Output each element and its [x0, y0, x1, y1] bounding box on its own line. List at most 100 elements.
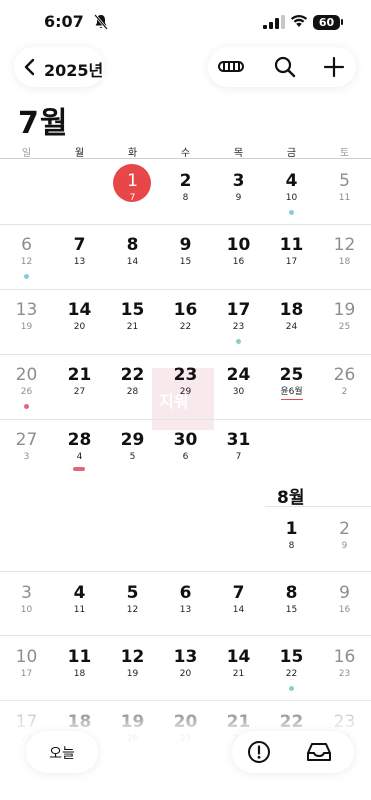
day-cell[interactable]: 16 22 — [159, 301, 212, 333]
day-number: 14 — [67, 300, 92, 320]
day-cell[interactable]: 14 20 — [53, 301, 106, 333]
day-number: 12 — [120, 647, 145, 667]
day-cell[interactable]: 13 20 — [159, 648, 212, 680]
bottom-toolbar — [232, 731, 354, 773]
day-cell[interactable]: 4 11 — [53, 584, 106, 616]
day-cell[interactable]: 29 — [318, 520, 371, 552]
day-number: 19 — [333, 300, 356, 320]
lunar-date: 16 — [338, 605, 351, 615]
day-number: 4 — [285, 171, 298, 191]
day-cell[interactable]: 39 — [212, 172, 265, 204]
lunar-date: 22 — [285, 669, 298, 679]
lunar-date: 11 — [73, 605, 86, 615]
lunar-date: 14 — [126, 257, 139, 267]
lunar-date: 8 — [288, 541, 295, 551]
day-number: 15 — [120, 300, 145, 320]
day-cell[interactable]: 28 — [159, 172, 212, 204]
day-cell[interactable]: 7 14 — [212, 584, 265, 616]
day-number: 23 — [173, 365, 198, 385]
day-cell[interactable]: 7 13 — [53, 236, 106, 268]
day-cell[interactable]: 10 17 — [0, 648, 53, 680]
day-cell[interactable]: 25 윤6월 — [265, 366, 318, 400]
weekday-sun: 일 — [21, 148, 32, 159]
day-number: 27 — [15, 430, 38, 450]
day-cell[interactable]: 9 16 — [318, 584, 371, 616]
lunar-date: 26 — [20, 387, 33, 397]
day-cell[interactable]: 5 11 — [318, 172, 371, 204]
weekday-tue: 화 — [127, 148, 138, 159]
lunar-date: 7 — [235, 452, 242, 462]
day-number: 22 — [120, 365, 145, 385]
event-dot — [24, 274, 29, 279]
day-cell[interactable]: 17 23 — [212, 301, 265, 333]
lunar-date: 21 — [232, 669, 245, 679]
lunar-date: 24 — [285, 322, 298, 332]
day-cell[interactable]: 17 — [106, 164, 159, 204]
day-cell[interactable]: 23 29 — [159, 366, 212, 398]
day-cell[interactable]: 11 17 — [265, 236, 318, 268]
weekday-mon: 월 — [74, 148, 85, 159]
view-toggle-icon[interactable] — [218, 61, 244, 72]
day-cell[interactable]: 29 5 — [106, 431, 159, 463]
day-number: 2 — [339, 519, 350, 539]
inbox-icon[interactable] — [306, 741, 332, 763]
wifi-icon — [290, 15, 308, 27]
day-number: 6 — [21, 235, 32, 255]
day-cell[interactable]: 6 13 — [159, 584, 212, 616]
day-cell[interactable]: 9 15 — [159, 236, 212, 268]
day-cell[interactable]: 15 21 — [106, 301, 159, 333]
day-cell[interactable]: 16 23 — [318, 648, 371, 680]
day-number: 11 — [279, 235, 304, 255]
day-cell[interactable]: 6 12 — [0, 236, 53, 268]
lunar-date: 8 — [182, 193, 189, 203]
day-cell[interactable]: 30 6 — [159, 431, 212, 463]
day-cell[interactable]: 8 14 — [106, 236, 159, 268]
lunar-date: 12 — [20, 257, 33, 267]
day-cell[interactable]: 15 22 — [265, 648, 318, 680]
lunar-date: 6 — [182, 452, 189, 462]
day-cell[interactable]: 27 3 — [0, 431, 53, 463]
day-number: 9 — [179, 235, 192, 255]
week-divider — [0, 571, 371, 572]
day-cell[interactable]: 26 2 — [318, 366, 371, 398]
day-cell[interactable]: 31 7 — [212, 431, 265, 463]
lunar-date: 18 — [338, 257, 351, 267]
day-cell[interactable]: 12 18 — [318, 236, 371, 268]
day-cell[interactable]: 5 12 — [106, 584, 159, 616]
day-number: 28 — [67, 430, 92, 450]
signal-icon — [263, 15, 285, 29]
day-cell[interactable]: 12 19 — [106, 648, 159, 680]
day-cell[interactable]: 18 — [265, 520, 318, 552]
lunar-date: 27 — [73, 387, 86, 397]
day-cell[interactable]: 4 10 — [265, 172, 318, 204]
day-cell[interactable]: 14 21 — [212, 648, 265, 680]
day-cell[interactable]: 11 18 — [53, 648, 106, 680]
day-cell[interactable]: 3 10 — [0, 584, 53, 616]
day-cell[interactable]: 18 24 — [265, 301, 318, 333]
back-to-year-button[interactable]: 2025년 — [14, 47, 104, 87]
lunar-date: 28 — [126, 387, 139, 397]
event-dot — [289, 210, 294, 215]
day-number: 16 — [333, 647, 356, 667]
day-cell[interactable]: 10 16 — [212, 236, 265, 268]
day-cell[interactable]: 24 30 — [212, 366, 265, 398]
lunar-date: 5 — [129, 452, 136, 462]
search-icon[interactable] — [274, 56, 296, 78]
today-button[interactable]: 오늘 — [26, 731, 98, 773]
day-cell[interactable]: 20 26 — [0, 366, 53, 398]
lunar-date: 17 — [285, 257, 298, 267]
day-cell[interactable]: 28 4 — [53, 431, 106, 463]
day-number: 21 — [67, 365, 92, 385]
alert-icon[interactable] — [247, 740, 271, 764]
day-cell[interactable]: 13 19 — [0, 301, 53, 333]
plus-icon[interactable] — [323, 56, 345, 78]
lunar-date: 19 — [20, 322, 33, 332]
day-number: 12 — [333, 235, 356, 255]
lunar-date: 9 — [341, 541, 348, 551]
day-cell[interactable]: 19 25 — [318, 301, 371, 333]
day-number: 8 — [285, 583, 298, 603]
day-cell[interactable]: 21 27 — [53, 366, 106, 398]
day-number: 17 — [226, 300, 251, 320]
day-cell[interactable]: 22 28 — [106, 366, 159, 398]
day-cell[interactable]: 8 15 — [265, 584, 318, 616]
